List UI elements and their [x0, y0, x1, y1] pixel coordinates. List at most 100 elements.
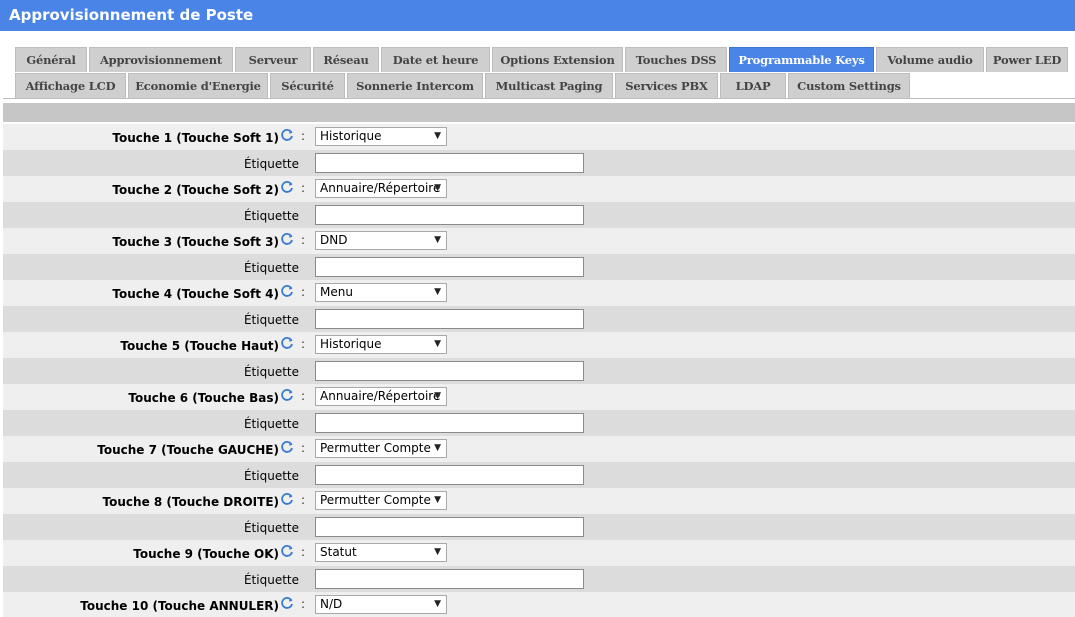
tab-serveur[interactable]: Serveur — [235, 47, 311, 72]
key-name: Touche 10 (Touche ANNULER) — [80, 599, 279, 613]
label-caption: Étiquette — [243, 261, 299, 275]
refresh-icon[interactable] — [279, 127, 295, 143]
key-function-select[interactable]: Statut ▼ — [315, 543, 447, 562]
refresh-icon[interactable] — [279, 439, 295, 455]
refresh-icon[interactable] — [279, 231, 295, 247]
colon-separator: : — [301, 597, 306, 611]
key-name: Touche 9 (Touche OK) — [133, 547, 279, 561]
page-header: Approvisionnement de Poste — [0, 0, 1075, 31]
colon-separator: : — [301, 181, 306, 195]
label-input[interactable] — [315, 361, 584, 381]
label-row: Étiquette — [3, 254, 1075, 280]
tab-touches-dss[interactable]: Touches DSS — [625, 47, 727, 72]
key-row: Touche 1 (Touche Soft 1): Historique ▼ — [3, 124, 1075, 150]
label-row: Étiquette — [3, 202, 1075, 228]
colon-separator: : — [301, 337, 306, 351]
key-row: Touche 5 (Touche Haut): Historique ▼ — [3, 332, 1075, 358]
tab-r-seau[interactable]: Réseau — [313, 47, 379, 72]
chevron-down-icon: ▼ — [434, 183, 441, 193]
chevron-down-icon: ▼ — [434, 495, 441, 505]
label-input[interactable] — [315, 569, 584, 589]
label-row: Étiquette — [3, 410, 1075, 436]
tab-g-n-ral[interactable]: Général — [15, 47, 87, 72]
label-input[interactable] — [315, 257, 584, 277]
colon-separator: : — [301, 493, 306, 507]
label-input[interactable] — [315, 205, 584, 225]
tab-volume-audio[interactable]: Volume audio — [876, 47, 984, 72]
label-caption: Étiquette — [243, 313, 299, 327]
key-function-select[interactable]: Annuaire/Répertoire ▼ — [315, 387, 447, 406]
refresh-icon[interactable] — [279, 179, 295, 195]
key-name: Touche 3 (Touche Soft 3) — [112, 235, 279, 249]
select-value: Historique — [320, 129, 382, 143]
key-function-select[interactable]: Historique ▼ — [315, 335, 447, 354]
section-header-bar — [3, 103, 1075, 122]
colon-separator: : — [301, 233, 306, 247]
refresh-icon[interactable] — [279, 491, 295, 507]
refresh-icon[interactable] — [279, 283, 295, 299]
label-row: Étiquette — [3, 514, 1075, 540]
tab-services-pbx[interactable]: Services PBX — [615, 73, 718, 98]
tab-ldap[interactable]: LDAP — [720, 73, 786, 98]
refresh-icon[interactable] — [279, 335, 295, 351]
key-name: Touche 5 (Touche Haut) — [120, 339, 279, 353]
tab-multicast-paging[interactable]: Multicast Paging — [485, 73, 613, 98]
select-value: Permutter Compte — [320, 441, 431, 455]
chevron-down-icon: ▼ — [434, 547, 441, 557]
key-function-select[interactable]: Historique ▼ — [315, 127, 447, 146]
tab-economie-d-energie[interactable]: Economie d'Energie — [128, 73, 268, 98]
label-caption: Étiquette — [243, 521, 299, 535]
label-row: Étiquette — [3, 462, 1075, 488]
label-input[interactable] — [315, 465, 584, 485]
label-input[interactable] — [315, 413, 584, 433]
label-input[interactable] — [315, 517, 584, 537]
key-name: Touche 1 (Touche Soft 1) — [112, 131, 279, 145]
key-function-select[interactable]: Permutter Compte ▼ — [315, 491, 447, 510]
refresh-icon[interactable] — [279, 595, 295, 611]
key-function-select[interactable]: Annuaire/Répertoire ▼ — [315, 179, 447, 198]
label-row: Étiquette — [3, 150, 1075, 176]
key-name: Touche 7 (Touche GAUCHE) — [97, 443, 279, 457]
key-row: Touche 7 (Touche GAUCHE): Permutter Compt… — [3, 436, 1075, 462]
key-row: Touche 10 (Touche ANNULER): N/D ▼ — [3, 592, 1075, 617]
tab-date-et-heure[interactable]: Date et heure — [381, 47, 490, 72]
key-name: Touche 2 (Touche Soft 2) — [112, 183, 279, 197]
chevron-down-icon: ▼ — [434, 131, 441, 141]
key-function-select[interactable]: DND ▼ — [315, 231, 447, 250]
label-row: Étiquette — [3, 306, 1075, 332]
select-value: Statut — [320, 545, 357, 559]
colon-separator: : — [301, 441, 306, 455]
tab-sonnerie-intercom[interactable]: Sonnerie Intercom — [347, 73, 483, 98]
select-value: N/D — [320, 597, 343, 611]
tab-programmable-keys[interactable]: Programmable Keys — [729, 47, 874, 72]
label-input[interactable] — [315, 309, 584, 329]
tab-power-led[interactable]: Power LED — [986, 47, 1068, 72]
tab-options-extension[interactable]: Options Extension — [492, 47, 623, 72]
refresh-icon[interactable] — [279, 543, 295, 559]
key-function-select[interactable]: N/D ▼ — [315, 595, 447, 614]
chevron-down-icon: ▼ — [434, 443, 441, 453]
select-value: Menu — [320, 285, 353, 299]
tab-s-curit[interactable]: Sécurité — [270, 73, 345, 98]
label-caption: Étiquette — [243, 573, 299, 587]
key-function-select[interactable]: Menu ▼ — [315, 283, 447, 302]
key-name: Touche 8 (Touche DROITE) — [102, 495, 279, 509]
label-input[interactable] — [315, 153, 584, 173]
key-row: Touche 2 (Touche Soft 2): Annuaire/Répert… — [3, 176, 1075, 202]
key-name: Touche 4 (Touche Soft 4) — [112, 287, 279, 301]
programmable-keys-form: Touche 1 (Touche Soft 1): Historique ▼ Étiq… — [3, 124, 1075, 617]
chevron-down-icon: ▼ — [434, 339, 441, 349]
tab-affichage-lcd[interactable]: Affichage LCD — [15, 73, 126, 98]
key-function-select[interactable]: Permutter Compte ▼ — [315, 439, 447, 458]
tab-bar-row-1: Général Approvisionnement Serveur Réseau Dat… — [15, 47, 1070, 72]
select-value: Permutter Compte — [320, 493, 431, 507]
label-row: Étiquette — [3, 566, 1075, 592]
tab-custom-settings[interactable]: Custom Settings — [788, 73, 910, 98]
label-caption: Étiquette — [243, 469, 299, 483]
select-value: Annuaire/Répertoire — [320, 181, 441, 195]
tab-approvisionnement[interactable]: Approvisionnement — [89, 47, 233, 72]
refresh-icon[interactable] — [279, 387, 295, 403]
key-name: Touche 6 (Touche Bas) — [128, 391, 279, 405]
colon-separator: : — [301, 285, 306, 299]
chevron-down-icon: ▼ — [434, 599, 441, 609]
